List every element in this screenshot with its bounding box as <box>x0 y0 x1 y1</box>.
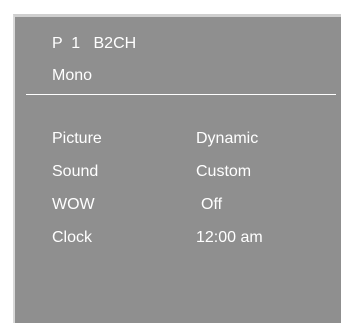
menu-row-sound[interactable]: Sound Custom <box>15 163 341 187</box>
menu-row-clock[interactable]: Clock 12:00 am <box>15 229 341 253</box>
header-divider <box>26 94 336 95</box>
wow-value: Off <box>201 196 223 213</box>
audio-mode: Mono <box>52 67 93 84</box>
osd-info-panel: P 1 B2CH Mono Picture Dynamic Sound Cust… <box>13 14 341 323</box>
clock-label: Clock <box>52 229 93 246</box>
picture-label: Picture <box>52 130 102 147</box>
sound-value: Custom <box>196 163 252 180</box>
picture-value: Dynamic <box>196 130 259 147</box>
screen-frame: P 1 B2CH Mono Picture Dynamic Sound Cust… <box>0 0 341 323</box>
clock-value: 12:00 am <box>196 229 263 246</box>
sound-label: Sound <box>52 163 99 180</box>
wow-label: WOW <box>52 196 95 213</box>
menu-row-wow[interactable]: WOW Off <box>15 196 341 220</box>
channel-info: P 1 B2CH <box>52 35 137 52</box>
menu-row-picture[interactable]: Picture Dynamic <box>15 130 341 154</box>
